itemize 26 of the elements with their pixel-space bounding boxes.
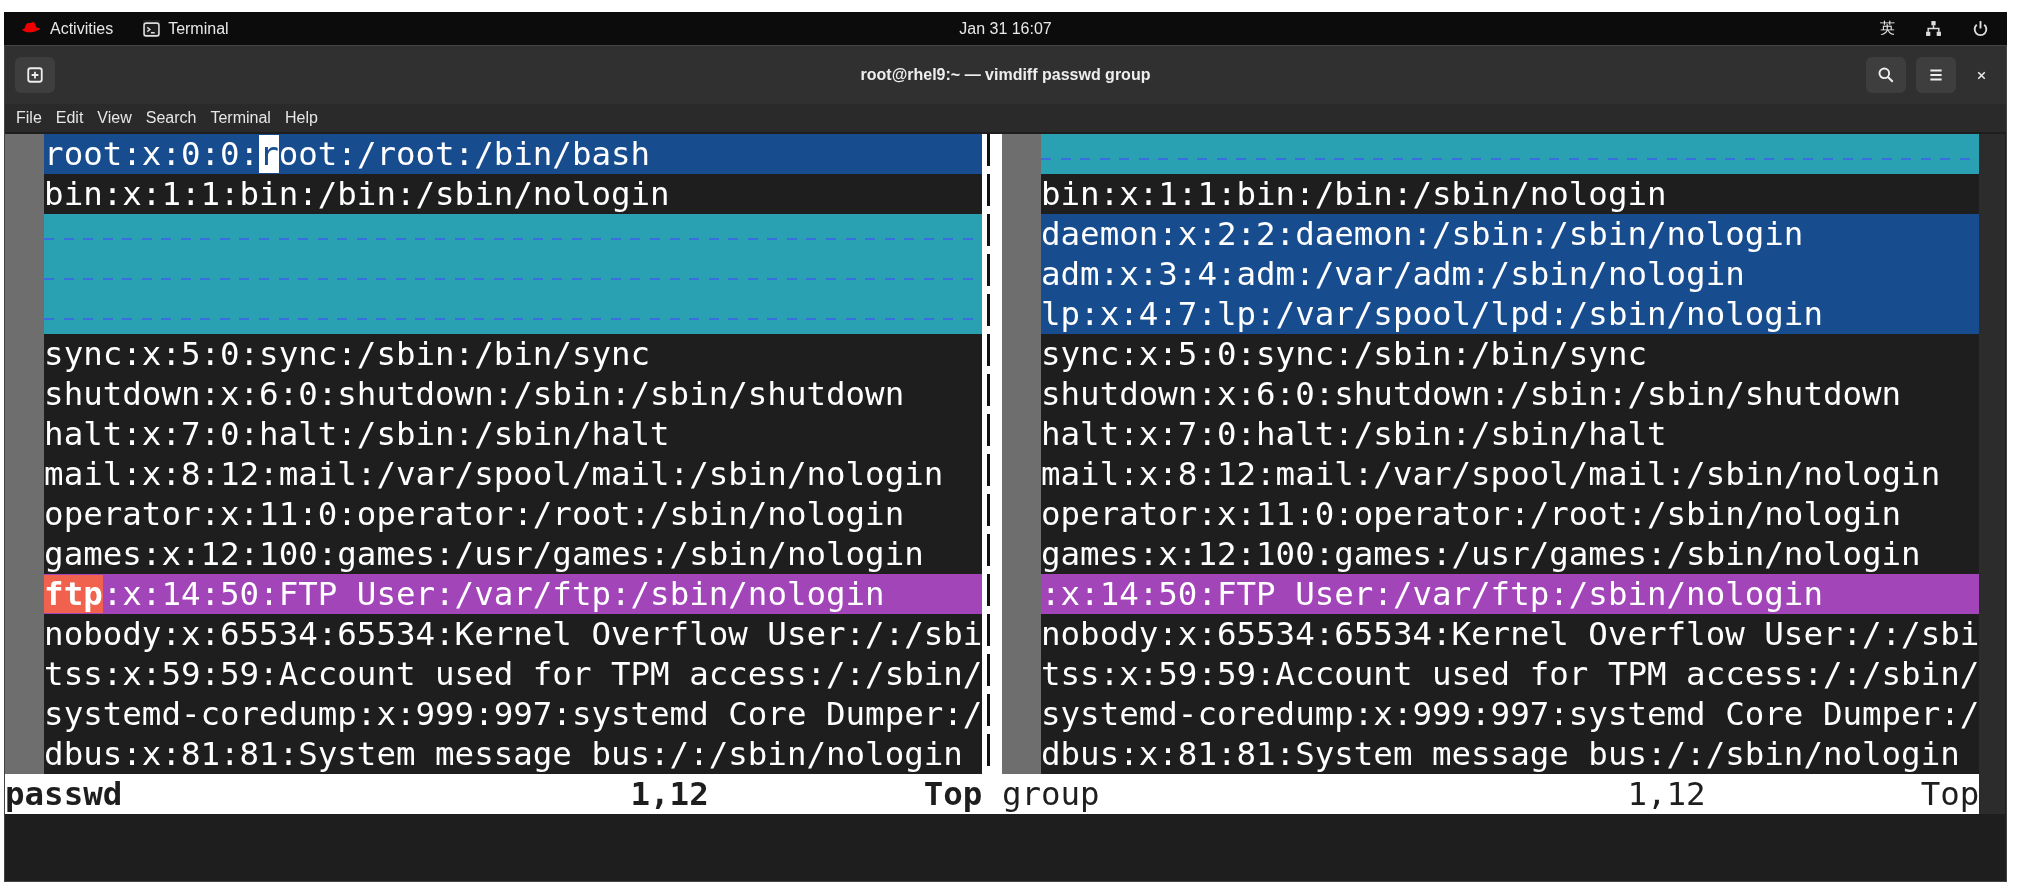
menu-button[interactable] bbox=[1916, 57, 1956, 93]
status-ruler: 1,12 bbox=[1627, 774, 1707, 814]
status-ruler: 1,12 bbox=[630, 774, 710, 814]
search-button[interactable] bbox=[1866, 57, 1906, 93]
terminal-app-button[interactable]: Terminal bbox=[137, 15, 235, 42]
status-position: Top bbox=[1920, 774, 1980, 814]
menu-item[interactable]: Edit bbox=[48, 107, 91, 129]
menu-item[interactable]: Help bbox=[277, 107, 325, 129]
new-tab-icon bbox=[26, 66, 44, 84]
status-position: Top bbox=[923, 774, 983, 814]
input-method-indicator[interactable]: 英 bbox=[1880, 19, 1895, 38]
new-tab-button[interactable] bbox=[15, 57, 55, 93]
status-filename: group bbox=[1001, 774, 1101, 814]
window-title: root@rhel9:~ — vimdiff passwd group bbox=[860, 66, 1151, 84]
status-filename: passwd bbox=[5, 774, 124, 814]
activities-button[interactable]: Activities bbox=[14, 15, 120, 42]
menu-item[interactable]: File bbox=[9, 107, 49, 129]
clock[interactable]: Jan 31 16:07 bbox=[959, 19, 1052, 38]
menu-item[interactable]: View bbox=[90, 107, 139, 129]
scrollbar-track[interactable] bbox=[1979, 134, 2006, 814]
terminal-icon bbox=[143, 20, 161, 37]
power-icon[interactable] bbox=[1972, 20, 1989, 37]
search-icon bbox=[1877, 66, 1895, 84]
menu-item[interactable]: Search bbox=[138, 107, 204, 129]
menu-item[interactable]: Terminal bbox=[203, 107, 278, 129]
network-icon[interactable] bbox=[1925, 20, 1942, 37]
